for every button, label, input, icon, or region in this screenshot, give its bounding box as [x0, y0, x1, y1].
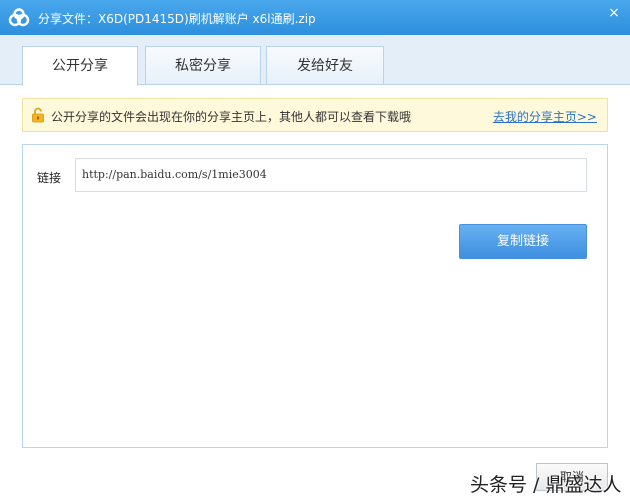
tab-label: 私密分享 [175, 58, 231, 74]
close-button[interactable]: × [606, 5, 622, 21]
window-title: 分享文件：X6D(PD1415D)刷机解账户 x6l通刷.zip [38, 12, 316, 26]
my-share-homepage-link[interactable]: 去我的分享主页>> [493, 108, 597, 125]
copy-link-button[interactable]: 复制链接 [459, 224, 587, 259]
tab-label: 发给好友 [297, 58, 353, 74]
title-bar: 分享文件：X6D(PD1415D)刷机解账户 x6l通刷.zip × [0, 0, 630, 35]
tab-send-to-friends[interactable]: 发给好友 [266, 46, 384, 84]
share-link-field[interactable]: http://pan.baidu.com/s/1mie3004 [75, 158, 587, 192]
tab-public-share[interactable]: 公开分享 [22, 46, 138, 86]
link-label: 链接 [37, 171, 62, 185]
baidu-cloud-icon [8, 8, 30, 27]
notice-text: 公开分享的文件会出现在你的分享主页上，其他人都可以查看下载哦 [51, 110, 412, 124]
unlock-icon [32, 107, 44, 123]
notice-bar: 公开分享的文件会出现在你的分享主页上，其他人都可以查看下载哦 去我的分享主页>> [22, 98, 608, 132]
share-panel: 链接 http://pan.baidu.com/s/1mie3004 复制链接 [22, 144, 608, 448]
close-icon: × [608, 5, 620, 21]
tab-label: 公开分享 [52, 58, 108, 74]
watermark: 头条号 / 鼎盛达人 [470, 474, 622, 496]
tab-private-share[interactable]: 私密分享 [145, 46, 261, 84]
